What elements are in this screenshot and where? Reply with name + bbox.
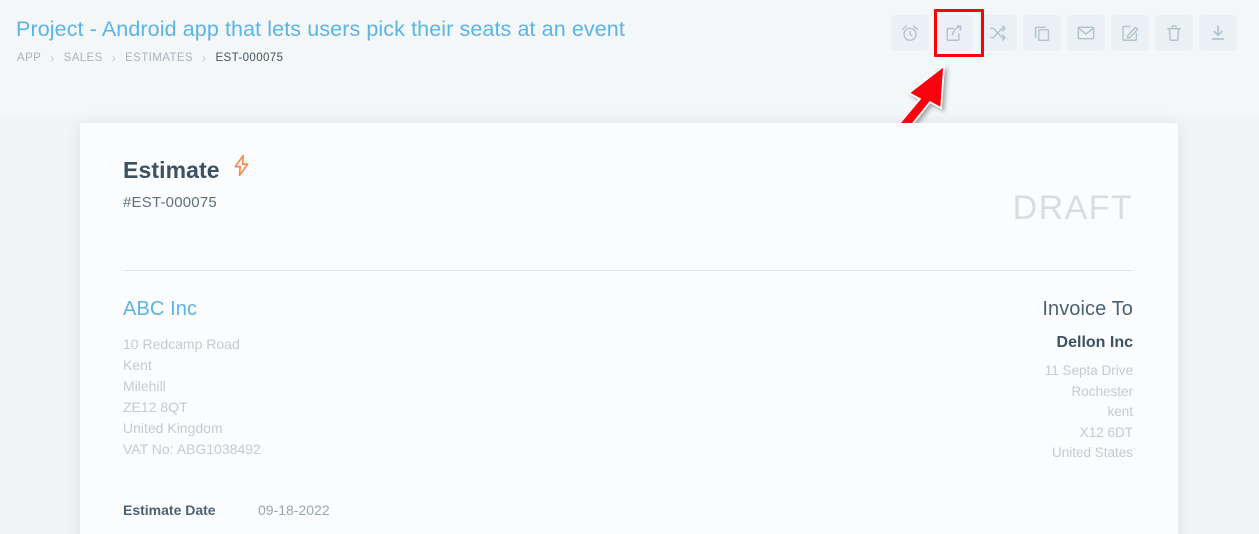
reminder-button[interactable] <box>891 15 929 51</box>
page-header: Project - Android app that lets users pi… <box>0 0 1259 116</box>
invoice-to-block: Invoice To Dellon Inc 11 Septa Drive Roc… <box>1042 298 1133 464</box>
client-address-line: United States <box>1051 445 1133 460</box>
download-icon <box>1208 23 1228 43</box>
estimate-date-value: 09-18-2022 <box>258 501 330 518</box>
trash-icon <box>1164 23 1184 43</box>
document-header: Estimate #EST-000075 DRAFT <box>123 154 1133 256</box>
breadcrumb-item-current: EST-000075 <box>215 52 284 64</box>
client-address-line: Rochester <box>1071 383 1133 399</box>
invoice-to-heading: Invoice To <box>1042 298 1133 320</box>
page-title: Project - Android app that lets users pi… <box>16 17 625 41</box>
chevron-right-icon: › <box>202 51 207 65</box>
chevron-right-icon: › <box>111 51 117 65</box>
status-badge: DRAFT <box>1012 189 1133 227</box>
document-action-toolbar <box>891 15 1237 51</box>
vendor-address-line: Kent <box>123 357 152 373</box>
copy-icon <box>1032 23 1052 43</box>
edit-button[interactable] <box>1111 15 1149 51</box>
address-row: ABC Inc 10 Redcamp Road Kent Milehill ZE… <box>123 298 1133 464</box>
vendor-address-line: Milehill <box>123 378 166 394</box>
publish-estimate-button[interactable] <box>935 15 973 51</box>
vendor-block: ABC Inc 10 Redcamp Road Kent Milehill ZE… <box>123 298 261 464</box>
shuffle-icon <box>988 23 1008 43</box>
chevron-right-icon: › <box>50 51 55 65</box>
vendor-vat-number: VAT No: ABG1038492 <box>123 441 261 457</box>
download-button[interactable] <box>1199 15 1237 51</box>
vendor-name[interactable]: ABC Inc <box>123 298 261 321</box>
vendor-address-line: ZE12 8QT <box>123 399 188 415</box>
breadcrumb-item-app[interactable]: APP <box>17 52 41 64</box>
client-address-line: kent <box>1107 404 1133 419</box>
breadcrumb-item-sales[interactable]: SALES <box>64 52 103 64</box>
client-address: 11 Septa Drive Rochester kent X12 6DT Un… <box>1042 361 1133 464</box>
document-number: #EST-000075 <box>123 194 217 211</box>
estimate-meta-table: Estimate Date 09-18-2022 Expiry Date 10-… <box>123 502 330 534</box>
estimate-document-card: Estimate #EST-000075 DRAFT ABC Inc 10 Re… <box>80 123 1178 534</box>
convert-button[interactable] <box>979 15 1017 51</box>
vendor-address: 10 Redcamp Road Kent Milehill ZE12 8QT U… <box>123 334 261 460</box>
vendor-address-line: 10 Redcamp Road <box>123 336 240 352</box>
header-divider <box>123 270 1133 271</box>
share-icon <box>944 23 964 43</box>
lightning-bolt-icon <box>232 154 251 182</box>
vendor-address-line: United Kingdom <box>123 420 223 436</box>
breadcrumb-item-estimates[interactable]: ESTIMATES <box>125 52 193 64</box>
estimate-date-label: Estimate Date <box>123 501 216 518</box>
table-row: Estimate Date 09-18-2022 <box>123 502 330 532</box>
client-address-line: 11 Septa Drive <box>1044 363 1133 378</box>
send-email-button[interactable] <box>1067 15 1105 51</box>
client-address-line: X12 6DT <box>1079 424 1133 440</box>
email-icon <box>1076 23 1096 43</box>
alarm-clock-icon <box>900 23 920 43</box>
delete-button[interactable] <box>1155 15 1193 51</box>
client-name: Dellon Inc <box>1056 334 1133 351</box>
duplicate-button[interactable] <box>1023 15 1061 51</box>
edit-icon <box>1120 23 1140 43</box>
document-title: Estimate <box>123 156 220 183</box>
breadcrumb: APP › SALES › ESTIMATES › EST-000075 <box>17 52 283 64</box>
